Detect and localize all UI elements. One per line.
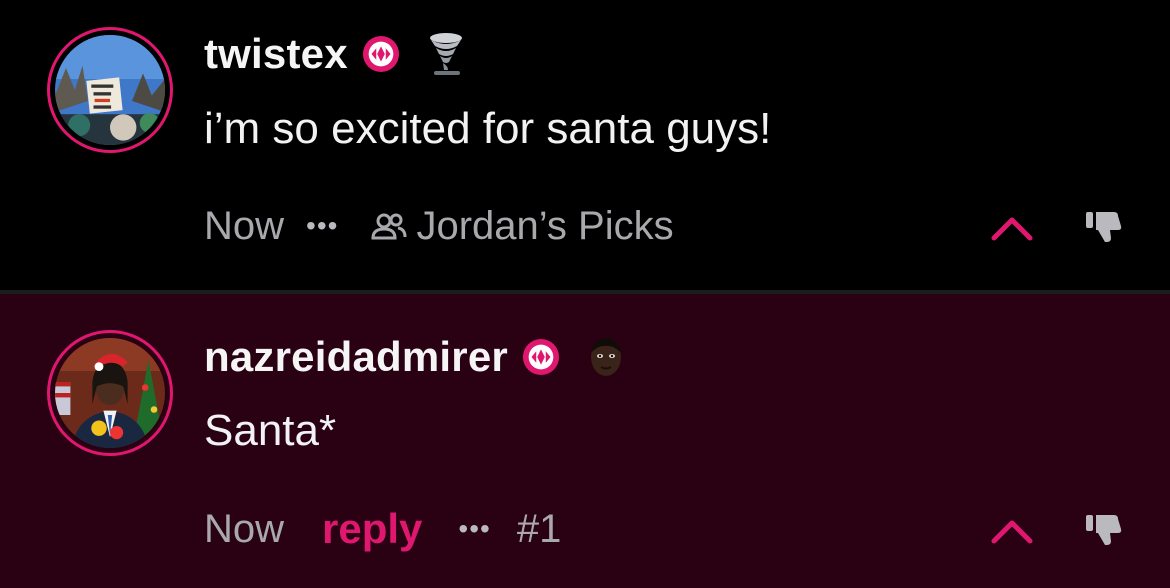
reply-button[interactable]: reply xyxy=(322,505,422,553)
more-options-button[interactable]: ••• xyxy=(458,513,490,545)
avatar[interactable] xyxy=(47,330,173,456)
comment-text: i’m so excited for santa guys! xyxy=(204,104,772,153)
username-row: twistex xyxy=(204,26,466,82)
more-options-button[interactable]: ••• xyxy=(306,210,338,242)
people-icon xyxy=(371,213,407,240)
chevron-up-icon[interactable] xyxy=(990,515,1034,545)
avatar[interactable] xyxy=(47,27,173,153)
chevron-up-icon[interactable] xyxy=(990,212,1034,242)
comment-item: twistex i’m so excited for santa guys! N… xyxy=(0,0,1170,290)
verified-badge-icon xyxy=(362,35,399,73)
avatar-image xyxy=(55,338,165,448)
thumbs-down-icon[interactable] xyxy=(1084,206,1124,246)
timestamp: Now xyxy=(204,203,285,248)
reply-number: #1 xyxy=(516,506,562,551)
username[interactable]: nazreidadmirer xyxy=(204,333,508,381)
timestamp: Now xyxy=(204,506,285,551)
group-link[interactable]: Jordan’s Picks xyxy=(416,204,673,249)
verified-badge-icon xyxy=(522,338,559,376)
comment-text: Santa* xyxy=(204,406,337,455)
comment-meta: Now reply ••• #1 xyxy=(204,504,561,554)
avatar-image xyxy=(55,35,165,145)
username-row: nazreidadmirer xyxy=(204,329,626,385)
comment-item: nazreidadmirer Santa* Now reply ••• #1 xyxy=(0,294,1170,588)
username[interactable]: twistex xyxy=(204,30,348,78)
thumbs-down-icon[interactable] xyxy=(1084,509,1124,549)
comment-meta: Now ••• Jordan’s Picks xyxy=(204,201,674,251)
player-face-icon xyxy=(590,338,621,376)
tornado-icon xyxy=(429,33,462,75)
